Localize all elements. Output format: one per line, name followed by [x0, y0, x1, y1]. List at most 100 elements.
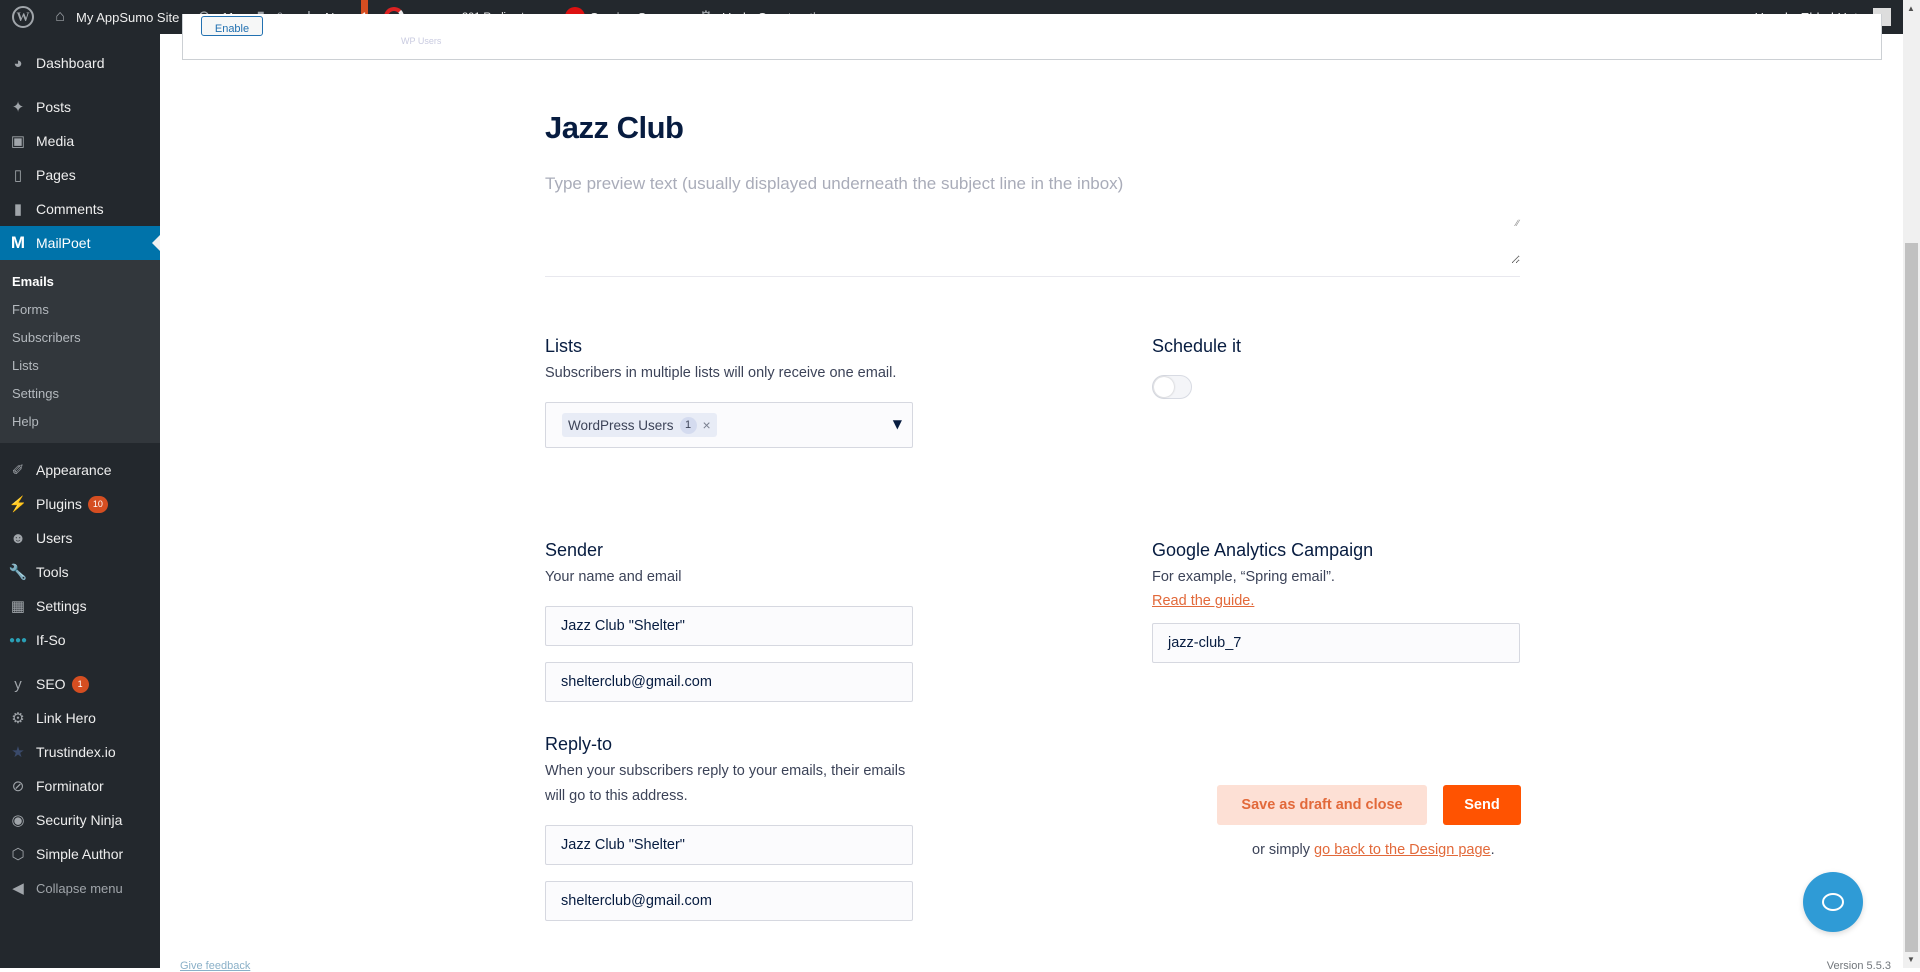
read-guide-link[interactable]: Read the guide.	[1152, 593, 1254, 609]
toggle-knob	[1154, 377, 1174, 397]
sidebar-item-label: Security Ninja	[36, 812, 123, 828]
sender-description: Your name and email	[545, 569, 682, 585]
plugins-update-badge: 10	[87, 495, 108, 513]
preview-text-input[interactable]	[545, 174, 1520, 264]
site-name-menu[interactable]: ⌂ My AppSumo Site	[42, 0, 187, 34]
ga-campaign-section: Google Analytics Campaign For example, “…	[1152, 540, 1532, 663]
sidebar-item-forminator[interactable]: ⊘ Forminator	[0, 769, 160, 803]
lists-select[interactable]: WordPress Users 1 × ▼	[545, 402, 913, 448]
sidebar-item-link-hero[interactable]: ⚙ Link Hero	[0, 701, 160, 735]
sidebar-item-label: Pages	[36, 167, 76, 183]
remove-list-icon[interactable]: ×	[703, 417, 711, 433]
schedule-toggle[interactable]	[1152, 375, 1192, 399]
sender-name-input[interactable]: Jazz Club "Shelter"	[545, 606, 913, 646]
sidebar-item-label: Simple Author	[36, 846, 124, 862]
submenu-help[interactable]: Help	[0, 407, 160, 435]
reply-to-section: Reply-to When your subscribers reply to …	[545, 734, 925, 921]
list-chip-count: 1	[679, 416, 697, 434]
enable-button[interactable]: Enable	[201, 16, 263, 36]
sidebar-item-security-ninja[interactable]: ◉ Security Ninja	[0, 803, 160, 837]
back-to-design-link[interactable]: go back to the Design page	[1314, 842, 1491, 858]
sidebar-item-seo[interactable]: y SEO 1	[0, 667, 160, 701]
scroll-up-icon[interactable]: ▲	[1907, 4, 1915, 13]
sidebar-item-settings[interactable]: ▦ Settings	[0, 589, 160, 623]
main-content: Enable WP Users Jazz Club ∕∕ Lists Subsc…	[160, 14, 1903, 972]
help-chat-button[interactable]	[1803, 872, 1863, 932]
send-button[interactable]: Send	[1443, 785, 1521, 825]
dropdown-arrow-icon[interactable]: ▼	[893, 417, 902, 431]
comment-icon: ▮	[13, 201, 23, 218]
sidebar-item-comments[interactable]: ▮ Comments	[0, 192, 160, 226]
reply-to-name-input[interactable]: Jazz Club "Shelter"	[545, 825, 913, 865]
sidebar-item-tools[interactable]: 🔧 Tools	[0, 555, 160, 589]
submenu-forms[interactable]: Forms	[0, 295, 160, 323]
sidebar-item-label: Plugins	[36, 496, 82, 512]
sidebar-item-label: Tools	[36, 564, 69, 580]
reply-to-title: Reply-to	[545, 734, 613, 754]
sidebar-item-label: Link Hero	[36, 710, 96, 726]
sidebar-item-label: Trustindex.io	[36, 744, 116, 760]
sidebar-item-posts[interactable]: ✦ Posts	[0, 90, 160, 124]
list-chip-label: WordPress Users	[568, 417, 674, 433]
reply-to-email-input[interactable]: shelterclub@gmail.com	[545, 881, 913, 921]
yoast-icon: y	[14, 675, 22, 693]
collapse-icon: ◀	[12, 880, 24, 897]
sidebar-item-label: Users	[36, 530, 73, 546]
back-prefix: or simply	[1252, 842, 1315, 858]
sidebar-item-pages[interactable]: ▯ Pages	[0, 158, 160, 192]
ninja-icon: ◉	[11, 812, 25, 829]
submenu-settings[interactable]: Settings	[0, 379, 160, 407]
collapse-menu-label: Collapse menu	[36, 880, 123, 896]
sidebar-item-label: Media	[36, 133, 75, 149]
sidebar-item-dashboard[interactable]: ◕ Dashboard	[0, 46, 160, 80]
sidebar-item-appearance[interactable]: ✐ Appearance	[0, 453, 160, 487]
pin-icon: ✦	[11, 99, 25, 116]
submenu-lists[interactable]: Lists	[0, 351, 160, 379]
submenu-emails[interactable]: Emails	[0, 267, 160, 295]
sender-email-input[interactable]: shelterclub@gmail.com	[545, 662, 913, 702]
sidebar-item-mailpoet[interactable]: M MailPoet	[0, 226, 160, 260]
sidebar-item-trustindex[interactable]: ★ Trustindex.io	[0, 735, 160, 769]
admin-sidebar: ◕ Dashboard ✦ Posts ▣ Media ▯ Pages ▮ Co…	[0, 34, 160, 968]
sidebar-item-ifso[interactable]: ●●● If-So	[0, 623, 160, 657]
gear-icon: ⚙	[11, 710, 25, 727]
sidebar-item-plugins[interactable]: ⚡ Plugins 10	[0, 487, 160, 521]
collapse-menu-button[interactable]: ◀ Collapse menu	[0, 871, 160, 905]
submenu-subscribers[interactable]: Subscribers	[0, 323, 160, 351]
give-feedback-link[interactable]: Give feedback	[180, 960, 250, 972]
mailpoet-submenu: Emails Forms Subscribers Lists Settings …	[0, 260, 160, 443]
forminator-icon: ⊘	[11, 778, 25, 795]
pages-icon: ▯	[13, 167, 23, 184]
user-icon: ☻	[10, 529, 26, 547]
sidebar-item-users[interactable]: ☻ Users	[0, 521, 160, 555]
mailpoet-icon: M	[10, 233, 26, 252]
sidebar-item-media[interactable]: ▣ Media	[0, 124, 160, 158]
sidebar-item-label: Settings	[36, 598, 87, 614]
page-scrollbar[interactable]: ▲ ▼	[1903, 0, 1920, 968]
lists-section: Lists Subscribers in multiple lists will…	[545, 336, 925, 448]
sidebar-item-label: Appearance	[36, 462, 112, 478]
scrollbar-thumb[interactable]	[1905, 243, 1918, 952]
scroll-down-icon[interactable]: ▼	[1907, 955, 1915, 964]
schedule-title: Schedule it	[1152, 336, 1242, 356]
email-subject[interactable]: Jazz Club	[545, 110, 684, 146]
sidebar-item-label: Forminator	[36, 778, 104, 794]
site-name: My AppSumo Site	[76, 9, 180, 25]
ga-campaign-input[interactable]: jazz-club_7	[1152, 623, 1520, 663]
sidebar-item-simple-author[interactable]: ⬡ Simple Author	[0, 837, 160, 871]
sidebar-item-label: Comments	[36, 201, 104, 217]
seo-badge: 1	[71, 675, 89, 693]
sidebar-item-label: Dashboard	[36, 55, 105, 71]
resize-handle-icon[interactable]: ∕∕	[1516, 218, 1526, 228]
ga-description: For example, “Spring email”.	[1152, 569, 1335, 585]
dashboard-icon: ◕	[13, 54, 23, 72]
chat-icon	[1822, 893, 1844, 911]
author-icon: ⬡	[11, 846, 25, 863]
save-draft-button[interactable]: Save as draft and close	[1217, 785, 1427, 825]
action-buttons: Save as draft and close Send	[1217, 785, 1521, 825]
back-to-design-line: or simply go back to the Design page.	[1252, 842, 1495, 858]
ga-title: Google Analytics Campaign	[1152, 540, 1374, 560]
lists-title: Lists	[545, 336, 583, 356]
wp-logo-menu[interactable]: W	[0, 0, 42, 34]
sender-section: Sender Your name and email Jazz Club "Sh…	[545, 540, 925, 702]
